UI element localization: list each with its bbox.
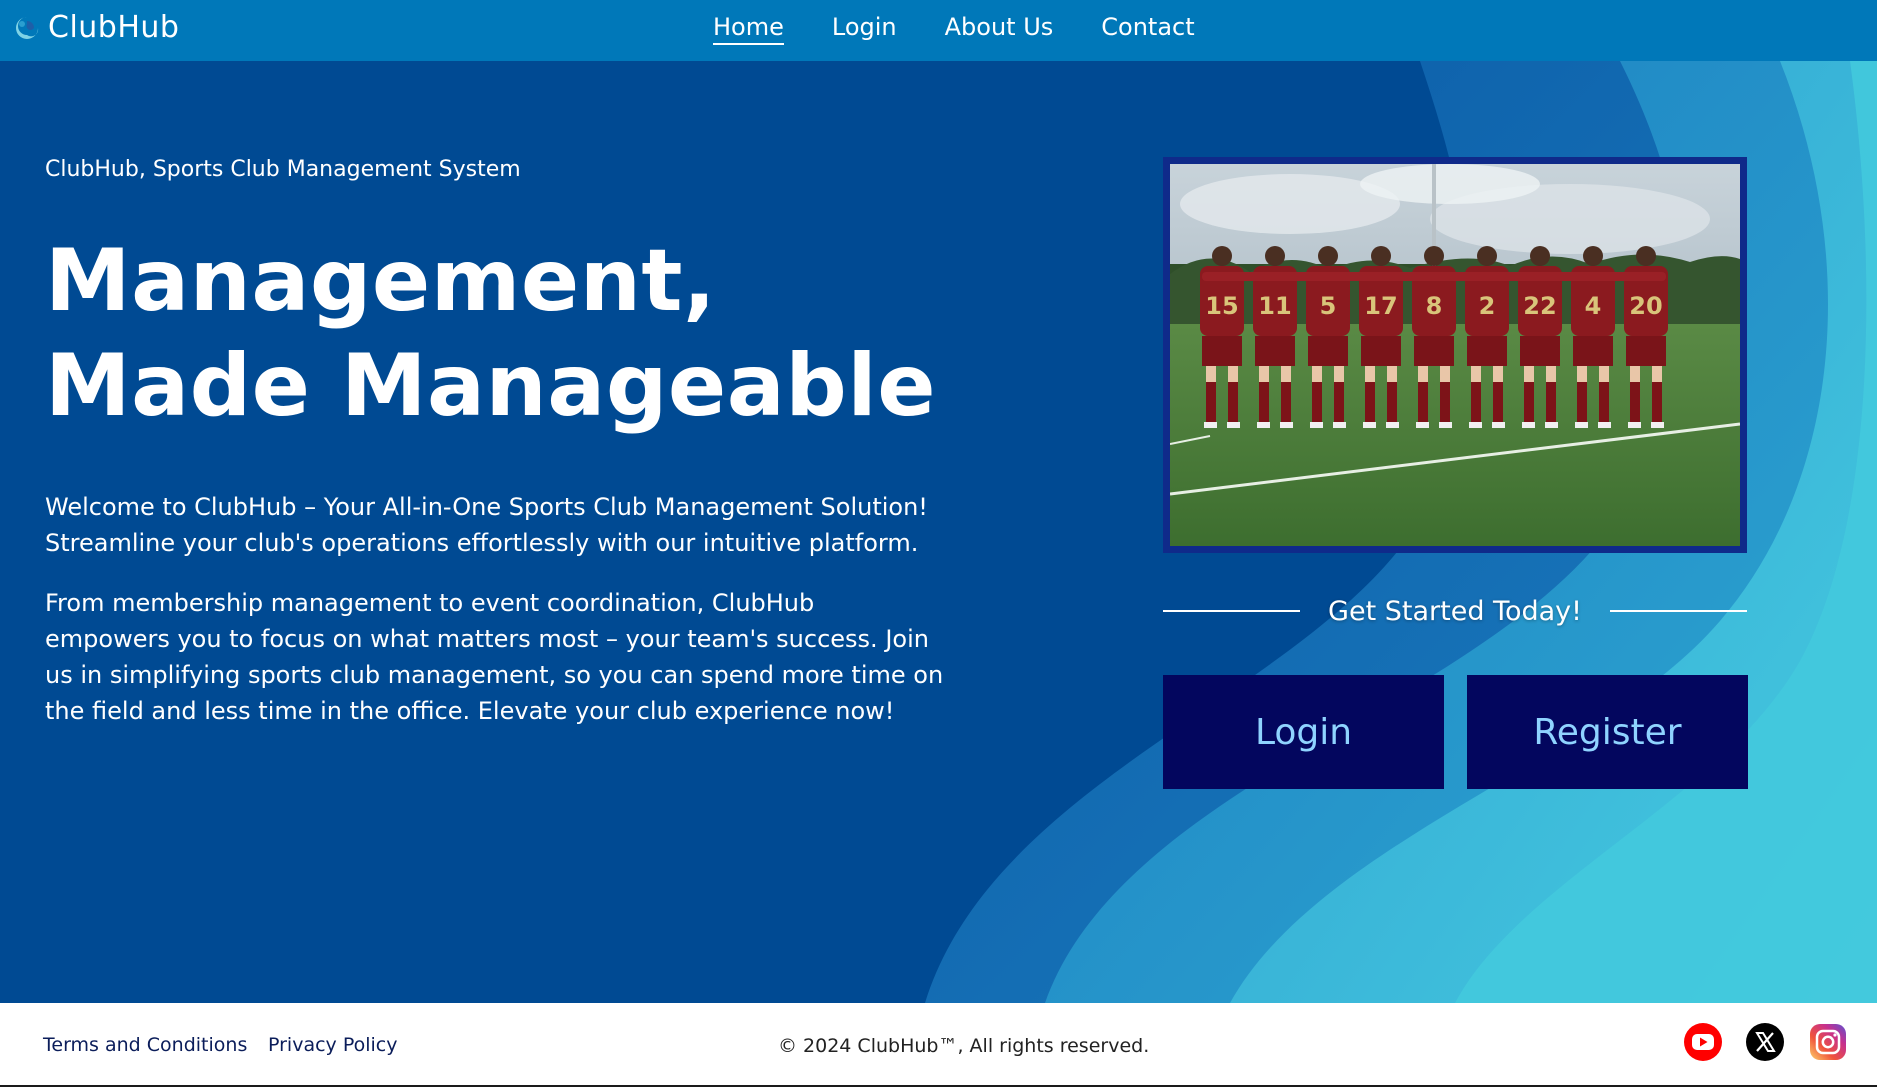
nav-home[interactable]: Home (713, 13, 784, 45)
hero-subtitle: ClubHub, Sports Club Management System (45, 157, 521, 182)
register-button[interactable]: Register (1467, 675, 1748, 789)
jersey-number: 2 (1479, 292, 1496, 320)
jersey-number: 15 (1205, 292, 1238, 320)
team-photo-frame: 15 11 5 17 8 2 22 4 20 (1163, 157, 1747, 553)
hero-paragraph-description: From membership management to event coor… (45, 589, 944, 725)
divider-line-left (1163, 610, 1301, 612)
get-started-divider: Get Started Today! (1163, 591, 1747, 631)
hero-headline: Management, Made Manageable (45, 229, 936, 439)
brand-name: ClubHub (48, 10, 180, 45)
privacy-link[interactable]: Privacy Policy (268, 1034, 397, 1056)
jersey-number: 4 (1585, 292, 1602, 320)
divider-line-right (1609, 610, 1747, 612)
navbar: ClubHub Home Login About Us Contact (0, 0, 1877, 61)
jersey-number: 17 (1364, 292, 1397, 320)
copyright-text: © 2024 ClubHub™, All rights reserved. (778, 1035, 1150, 1057)
nav-login[interactable]: Login (832, 13, 897, 45)
brand[interactable]: ClubHub (14, 10, 179, 45)
nav-contact[interactable]: Contact (1101, 13, 1194, 45)
jersey-number: 8 (1426, 292, 1443, 320)
terms-link[interactable]: Terms and Conditions (43, 1034, 247, 1056)
get-started-heading: Get Started Today! (1328, 595, 1582, 627)
jersey-number: 22 (1523, 292, 1556, 320)
clubhub-logo-icon (16, 16, 39, 39)
instagram-icon[interactable] (1808, 1022, 1848, 1062)
jersey-number: 5 (1320, 292, 1337, 320)
headline-line-1: Management, (45, 231, 717, 331)
x-icon[interactable] (1745, 1022, 1785, 1062)
jersey-number: 11 (1258, 292, 1291, 320)
hero-section: ClubHub, Sports Club Management System M… (0, 61, 1877, 1003)
login-button[interactable]: Login (1163, 675, 1444, 789)
hero-paragraph-welcome: Welcome to ClubHub – Your All-in-One Spo… (45, 493, 928, 557)
team-photo: 15 11 5 17 8 2 22 4 20 (1170, 164, 1740, 546)
nav-links: Home Login About Us Contact (713, 13, 1195, 45)
footer: Terms and Conditions Privacy Policy © 20… (0, 1003, 1877, 1087)
jersey-number: 20 (1629, 292, 1662, 320)
youtube-icon[interactable] (1683, 1022, 1723, 1062)
linked-arms (1202, 272, 1666, 281)
headline-line-2: Made Manageable (45, 336, 937, 436)
nav-about-us[interactable]: About Us (945, 13, 1054, 45)
